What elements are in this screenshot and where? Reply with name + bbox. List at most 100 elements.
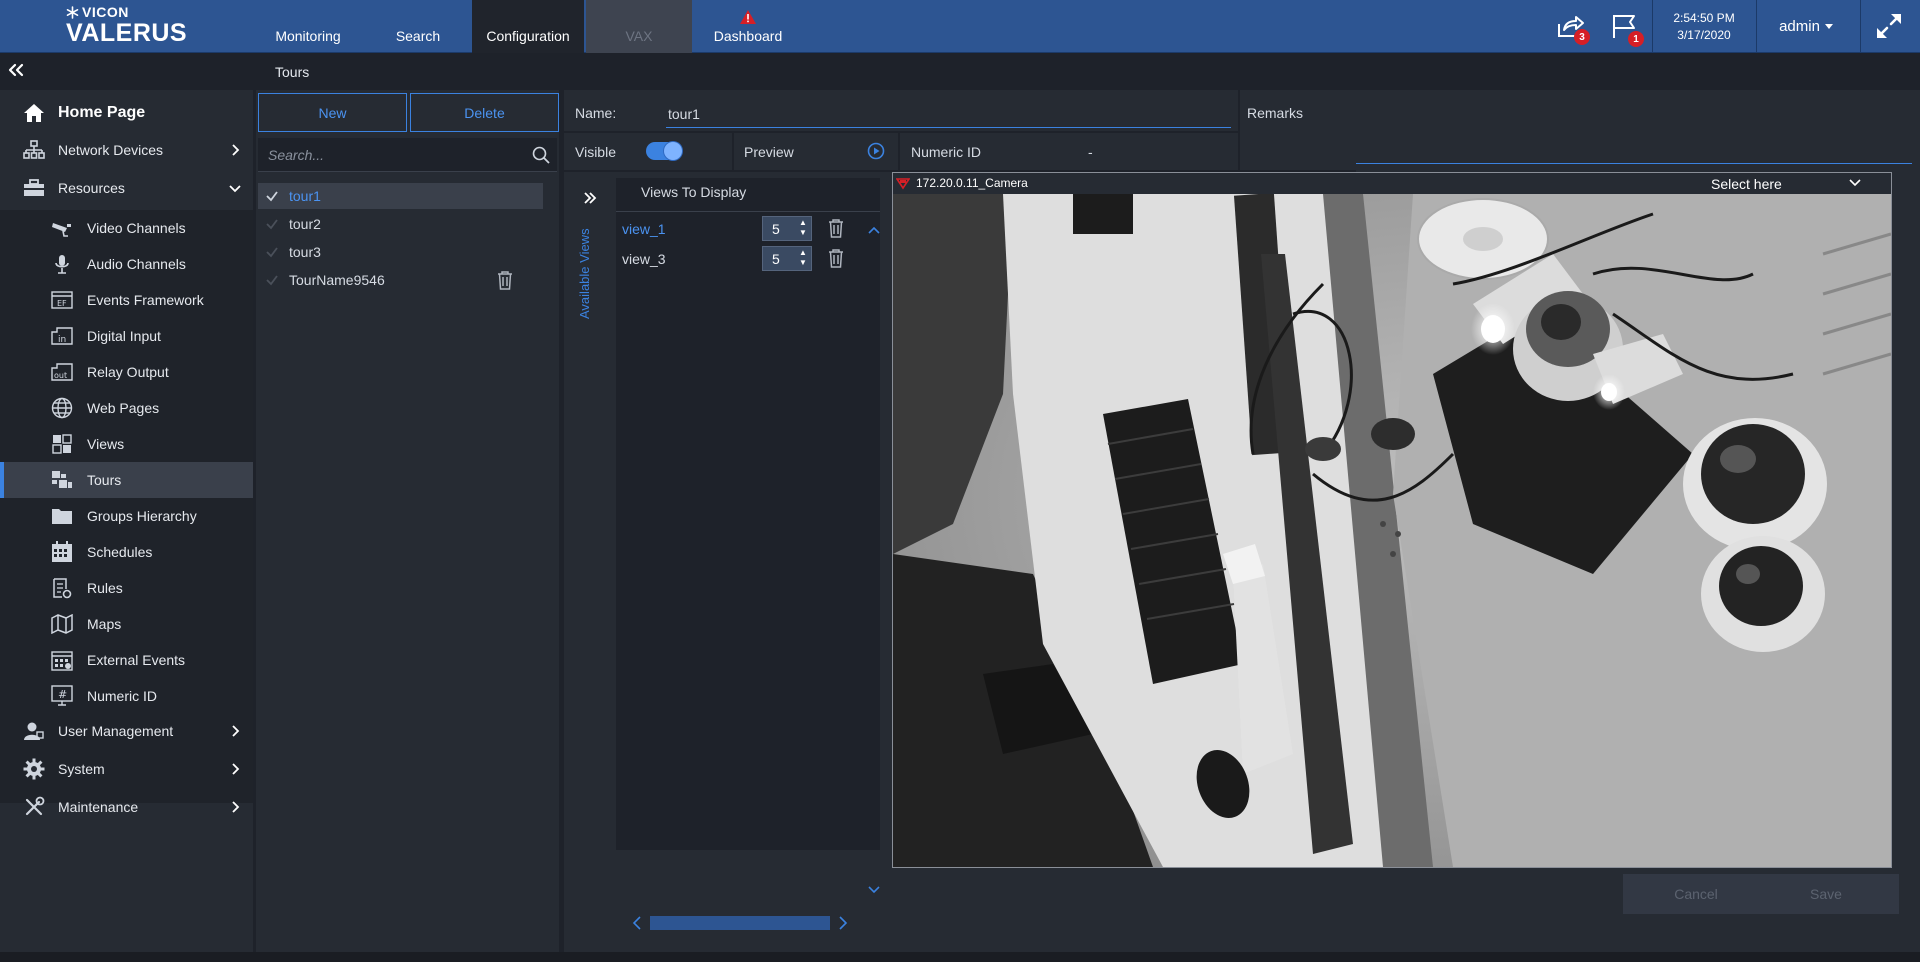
tour-name: tour1	[289, 188, 321, 204]
numeric-id-icon: #	[50, 684, 74, 708]
sidebar-item-maintenance[interactable]: Maintenance	[0, 789, 253, 825]
camera-select[interactable]: Select here	[1711, 176, 1871, 192]
sidebar-item-web-pages[interactable]: Web Pages	[0, 390, 253, 426]
scroll-left-icon[interactable]	[632, 916, 642, 930]
vicon-brand: VICON	[66, 4, 187, 20]
double-chevron-left-icon	[8, 63, 24, 77]
view-row[interactable]: view_1 5 ▲ ▼	[616, 214, 880, 244]
scroll-right-icon[interactable]	[838, 916, 848, 930]
sidebar-item-label: Network Devices	[58, 142, 164, 158]
tab-label: Configuration	[486, 28, 570, 44]
sidebar-item-label: Maps	[87, 616, 122, 632]
sub-header: Tours	[0, 53, 1920, 90]
sidebar-item-digital-input[interactable]: in Digital Input	[0, 318, 253, 354]
check-icon	[266, 247, 278, 258]
sidebar-item-label: User Management	[58, 723, 174, 739]
sidebar-item-video-channels[interactable]: Video Channels	[0, 210, 253, 246]
tab-monitoring[interactable]: Monitoring	[262, 0, 354, 53]
visible-toggle[interactable]	[646, 142, 682, 160]
search-icon[interactable]	[532, 146, 550, 164]
collapse-sidebar-button[interactable]	[8, 62, 30, 82]
sidebar-item-maps[interactable]: Maps	[0, 606, 253, 642]
play-icon[interactable]	[867, 142, 885, 160]
home-icon	[22, 101, 46, 125]
external-events-icon	[50, 648, 74, 672]
horizontal-scrollbar-thumb[interactable]	[650, 916, 830, 930]
trash-icon[interactable]	[827, 218, 845, 238]
expand-icon	[1877, 14, 1901, 38]
sidebar-item-label: Maintenance	[58, 799, 139, 815]
sidebar-item-schedules[interactable]: Schedules	[0, 534, 253, 570]
sidebar-item-external-events[interactable]: External Events	[0, 642, 253, 678]
view-row[interactable]: view_3 5 ▲ ▼	[616, 244, 880, 274]
views-icon	[50, 432, 74, 456]
alarms-button[interactable]: 1	[1610, 12, 1644, 47]
toolbox-icon	[22, 176, 46, 200]
scroll-up-icon[interactable]	[868, 226, 880, 234]
sidebar-item-network-devices[interactable]: Network Devices	[0, 132, 253, 168]
tour-editor: Name: Remarks Visible Preview Numeric ID…	[564, 90, 1920, 952]
product-name: VALERUS	[66, 19, 188, 47]
video-preview[interactable]: 172.20.0.11_Camera Select here	[892, 172, 1892, 868]
sidebar-item-label: Numeric ID	[87, 688, 158, 704]
camera-alert-icon	[896, 178, 910, 190]
trash-icon[interactable]	[496, 270, 514, 290]
tour-list-item[interactable]: TourName9546	[258, 267, 543, 293]
name-label: Name:	[575, 105, 617, 121]
duration-value: 5	[772, 251, 780, 267]
sidebar-item-user-management[interactable]: User Management	[0, 713, 253, 749]
check-icon	[266, 219, 278, 230]
gear-icon	[22, 757, 46, 781]
tour-name: tour3	[289, 244, 321, 260]
sidebar-item-resources[interactable]: Resources	[0, 170, 253, 206]
check-icon	[266, 275, 278, 286]
sidebar-item-audio-channels[interactable]: Audio Channels	[0, 246, 253, 282]
alarm-badge: 1	[1628, 31, 1644, 47]
stepper-down-icon[interactable]: ▼	[799, 229, 807, 237]
search-input[interactable]	[268, 146, 518, 164]
sidebar-item-home[interactable]: Home Page	[0, 95, 253, 131]
map-icon	[50, 612, 74, 636]
sidebar-item-numeric-id[interactable]: # Numeric ID	[0, 678, 253, 714]
tab-label: Search	[395, 28, 441, 44]
tour-list-item[interactable]: tour1	[258, 183, 543, 209]
tab-search[interactable]: Search	[378, 0, 458, 53]
stepper-up-icon[interactable]: ▲	[799, 219, 807, 227]
delete-button[interactable]: Delete	[410, 93, 559, 132]
remarks-input[interactable]	[1356, 163, 1912, 164]
sidebar-item-label: Relay Output	[87, 364, 169, 380]
double-chevron-right-icon[interactable]	[583, 192, 597, 204]
sidebar-item-rules[interactable]: Rules	[0, 570, 253, 606]
name-input[interactable]	[666, 100, 1231, 128]
sidebar-item-label: Resources	[58, 180, 125, 196]
stepper-up-icon[interactable]: ▲	[799, 249, 807, 257]
tab-dashboard[interactable]: Dashboard	[700, 0, 796, 53]
trash-icon[interactable]	[827, 248, 845, 268]
sidebar-item-label: Video Channels	[87, 220, 186, 236]
user-name: admin	[1779, 18, 1820, 35]
tab-configuration[interactable]: Configuration	[472, 0, 584, 53]
scroll-down-icon[interactable]	[868, 886, 880, 894]
sidebar-item-views[interactable]: Views	[0, 426, 253, 462]
sidebar-item-events-framework[interactable]: EF Events Framework	[0, 282, 253, 318]
available-views-label[interactable]: Available Views	[577, 228, 595, 319]
sidebar-item-system[interactable]: System	[0, 751, 253, 787]
sidebar-item-relay-output[interactable]: out Relay Output	[0, 354, 253, 390]
tour-list-item[interactable]: tour3	[258, 239, 543, 265]
sidebar-item-groups-hierarchy[interactable]: Groups Hierarchy	[0, 498, 253, 534]
user-menu[interactable]: admin	[1758, 0, 1854, 53]
stepper-down-icon[interactable]: ▼	[799, 259, 807, 267]
duration-stepper[interactable]: 5 ▲ ▼	[762, 216, 812, 241]
export-button[interactable]: 3	[1556, 12, 1590, 46]
tour-list-item[interactable]: tour2	[258, 211, 543, 237]
sidebar-item-label: Schedules	[87, 544, 153, 560]
tab-label: Monitoring	[275, 28, 341, 44]
new-button[interactable]: New	[258, 93, 407, 132]
duration-stepper[interactable]: 5 ▲ ▼	[762, 246, 812, 271]
fullscreen-button[interactable]	[1874, 11, 1908, 41]
tools-icon	[22, 795, 46, 819]
search-box	[258, 138, 557, 172]
sidebar-item-tours[interactable]: Tours	[0, 462, 253, 498]
network-icon	[22, 138, 46, 162]
views-to-display-panel	[616, 178, 880, 850]
